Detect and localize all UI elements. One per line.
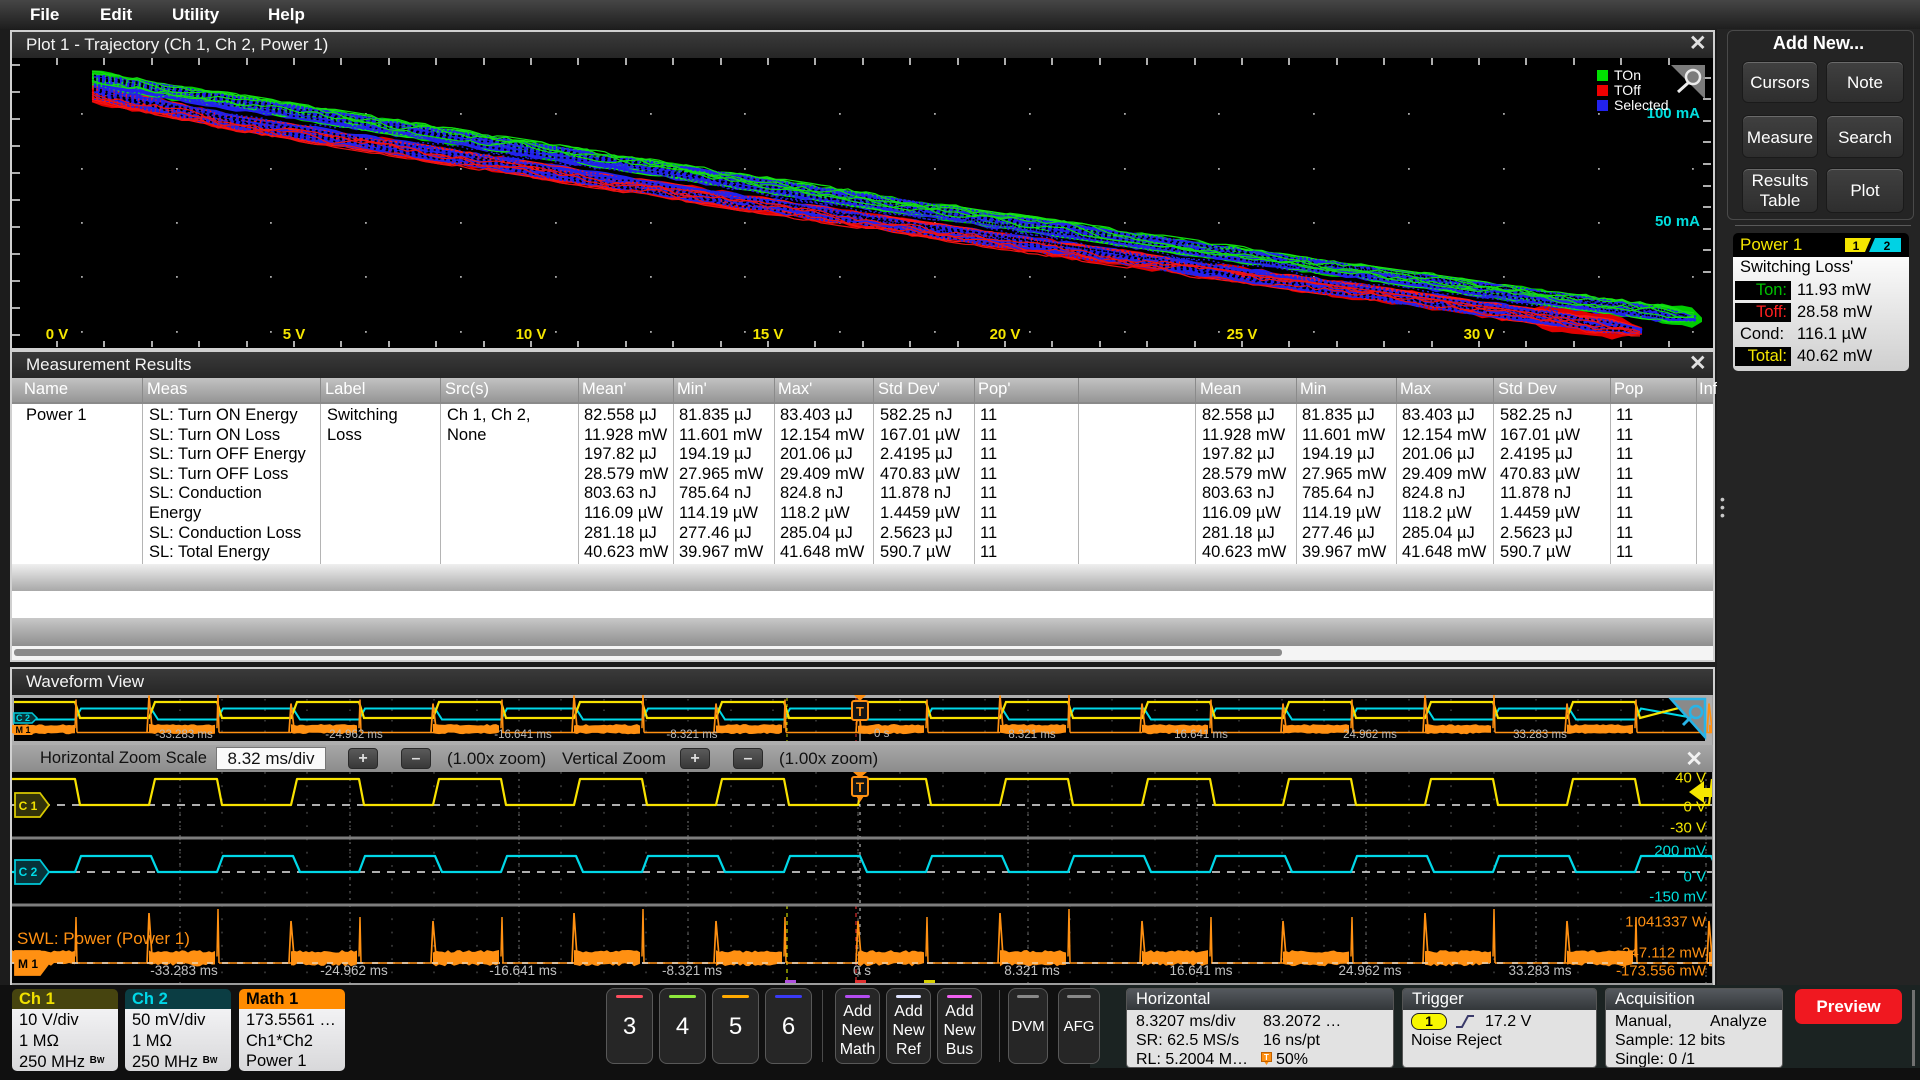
svg-text:8.321 ms: 8.321 ms bbox=[1004, 963, 1060, 978]
svg-text:0 V: 0 V bbox=[46, 326, 69, 343]
svg-text:-16.641 ms: -16.641 ms bbox=[489, 963, 557, 978]
svg-text:T: T bbox=[1264, 1053, 1269, 1062]
svg-text:50 mA: 50 mA bbox=[1655, 213, 1700, 230]
svg-text:-33.283 ms: -33.283 ms bbox=[150, 963, 218, 978]
svg-text:10 V: 10 V bbox=[516, 326, 547, 343]
svg-text:24.962 ms: 24.962 ms bbox=[1343, 729, 1397, 741]
svg-text:0 s: 0 s bbox=[853, 963, 871, 978]
svg-text:-150 mV: -150 mV bbox=[1649, 889, 1706, 906]
svg-text:0 s: 0 s bbox=[874, 728, 890, 740]
svg-text:-8.321 ms: -8.321 ms bbox=[662, 963, 722, 978]
svg-text:33.283 ms: 33.283 ms bbox=[1508, 963, 1571, 978]
svg-text:M 1: M 1 bbox=[18, 957, 38, 971]
svg-text:200 mV: 200 mV bbox=[1654, 843, 1706, 860]
svg-text:33.283 ms: 33.283 ms bbox=[1513, 729, 1567, 741]
svg-text:-24.962 ms: -24.962 ms bbox=[325, 729, 383, 741]
svg-text:1: 1 bbox=[1853, 239, 1860, 253]
svg-text:-173.556 mW: -173.556 mW bbox=[1616, 963, 1707, 980]
svg-text:-8.321 ms: -8.321 ms bbox=[666, 729, 717, 741]
svg-text:-33.283 ms: -33.283 ms bbox=[155, 729, 213, 741]
svg-text:2: 2 bbox=[1884, 239, 1891, 253]
svg-text:C 1: C 1 bbox=[19, 799, 38, 813]
svg-text:30 V: 30 V bbox=[1464, 326, 1495, 343]
svg-text:5 V: 5 V bbox=[283, 326, 306, 343]
svg-text:20 V: 20 V bbox=[990, 326, 1021, 343]
svg-text:C 2: C 2 bbox=[19, 865, 38, 879]
svg-text:M 1: M 1 bbox=[15, 725, 30, 735]
svg-text:-30 V: -30 V bbox=[1670, 820, 1706, 837]
svg-text:16.641 ms: 16.641 ms bbox=[1169, 963, 1232, 978]
svg-text:C 2: C 2 bbox=[16, 713, 30, 723]
svg-text:TOn: TOn bbox=[1614, 67, 1641, 83]
svg-text:347.112 mW: 347.112 mW bbox=[1622, 945, 1707, 962]
svg-text:8.321 ms: 8.321 ms bbox=[1008, 729, 1056, 741]
svg-text:Selected: Selected bbox=[1614, 97, 1668, 113]
svg-text:1.041337 W: 1.041337 W bbox=[1625, 914, 1707, 931]
svg-text:15 V: 15 V bbox=[753, 326, 784, 343]
svg-text:24.962 ms: 24.962 ms bbox=[1338, 963, 1401, 978]
svg-text:-16.641 ms: -16.641 ms bbox=[494, 729, 552, 741]
svg-text:16.641 ms: 16.641 ms bbox=[1174, 729, 1228, 741]
svg-text:SWL: Power (Power 1): SWL: Power (Power 1) bbox=[17, 929, 190, 948]
svg-text:T: T bbox=[856, 704, 864, 719]
svg-text:TOff: TOff bbox=[1614, 82, 1641, 98]
svg-text:-24.962 ms: -24.962 ms bbox=[320, 963, 388, 978]
svg-text:T: T bbox=[856, 780, 865, 795]
svg-text:0 V: 0 V bbox=[1683, 869, 1706, 886]
svg-text:25 V: 25 V bbox=[1227, 326, 1258, 343]
